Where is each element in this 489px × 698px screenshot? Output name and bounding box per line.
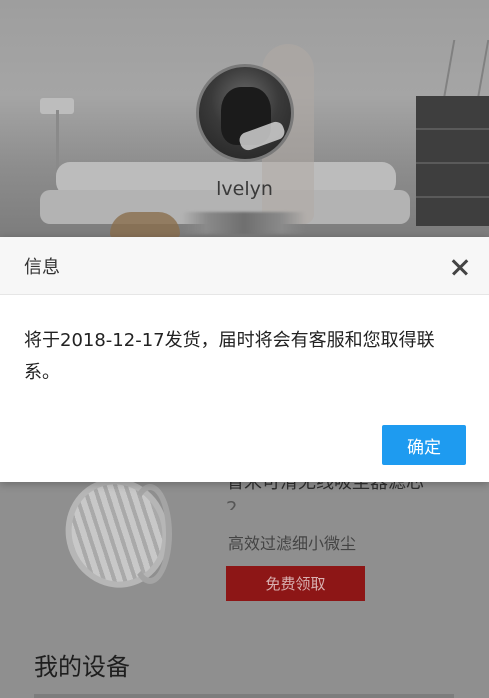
confirm-button[interactable]: 确定 (382, 425, 466, 465)
shelf-line (416, 128, 489, 130)
dialog-header: 信息 (0, 237, 489, 295)
dog-decoration (110, 212, 180, 238)
my-devices-heading: 我的设备 (34, 653, 130, 681)
close-icon[interactable] (444, 251, 476, 283)
plant-decoration (442, 40, 489, 100)
dialog-message: 将于2018-12-17发货，届时将会有客服和您取得联系。 (24, 330, 435, 383)
info-dialog: 信息 将于2018-12-17发货，届时将会有客服和您取得联系。 确定 (0, 237, 489, 482)
filter-ring-image (128, 484, 172, 584)
product-description: 高效过滤细小微尘 (228, 534, 357, 553)
profile-header-banner: lvelyn (0, 0, 489, 238)
section-divider (34, 694, 454, 698)
shelf-line (416, 162, 489, 164)
dialog-title: 信息 (24, 257, 60, 278)
avatar[interactable] (196, 64, 294, 162)
shelf-decoration (416, 96, 489, 226)
blurred-account-info (182, 212, 306, 234)
username: lvelyn (216, 178, 273, 200)
free-claim-button[interactable]: 免费领取 (226, 566, 365, 601)
product-name-line2: 2 (226, 498, 238, 510)
